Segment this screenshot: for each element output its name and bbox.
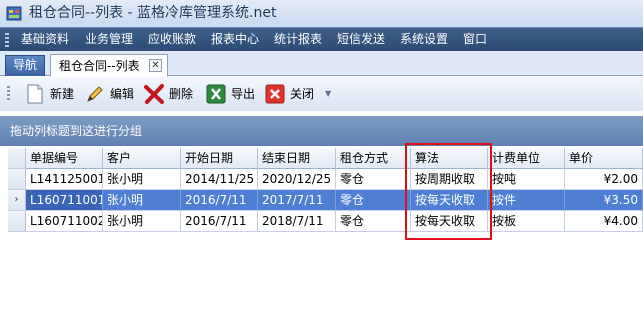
menu-item-reports[interactable]: 报表中心 <box>211 28 259 51</box>
edit-button[interactable]: 编辑 <box>84 82 136 106</box>
cell-doc-no: L160711002 <box>26 211 103 232</box>
cell-end-date: 2018/7/11 <box>258 211 336 232</box>
tab-navigation[interactable]: 导航 <box>5 55 45 76</box>
row-indicator[interactable] <box>8 169 26 190</box>
group-by-hint: 拖动列标题到这进行分组 <box>10 124 143 138</box>
row-indicator[interactable] <box>8 211 26 232</box>
pencil-icon <box>87 86 103 102</box>
cell-start-date: 2014/11/25 <box>181 169 258 190</box>
new-button[interactable]: 新建 <box>24 82 76 106</box>
col-header-doc-no[interactable]: 单据编号 <box>26 148 103 169</box>
tab-lease-contract-list[interactable]: 租仓合同--列表 ✕ <box>50 54 168 77</box>
close-button[interactable]: 关闭 <box>264 82 319 106</box>
col-header-lease-type[interactable]: 租仓方式 <box>336 148 411 169</box>
menu-item-business[interactable]: 业务管理 <box>85 28 133 51</box>
cell-end-date: 2017/7/11 <box>258 190 336 211</box>
cell-doc-no: L141125001 <box>26 169 103 190</box>
close-icon[interactable]: ✕ <box>149 59 162 72</box>
col-header-billing-unit[interactable]: 计费单位 <box>488 148 565 169</box>
cell-start-date: 2016/7/11 <box>181 211 258 232</box>
cell-customer: 张小明 <box>103 211 181 232</box>
table-row[interactable]: L141125001 张小明 2014/11/25 2020/12/25 零仓 … <box>8 169 643 190</box>
group-by-panel[interactable]: 拖动列标题到这进行分组 <box>0 116 643 146</box>
cell-lease-type: 零仓 <box>336 169 411 190</box>
menu-item-basic-data[interactable]: 基础资料 <box>21 28 69 51</box>
close-window-icon <box>265 84 285 104</box>
selected-row-arrow-icon[interactable]: › <box>8 190 26 211</box>
contract-grid: 单据编号 客户 开始日期 结束日期 租仓方式 算法 计费单位 单价 L14112… <box>8 148 643 232</box>
export-button[interactable]: 导出 <box>205 82 257 106</box>
annotation-highlight-box <box>405 143 492 240</box>
cell-lease-type: 零仓 <box>336 211 411 232</box>
menu-item-sms[interactable]: 短信发送 <box>337 28 385 51</box>
document-tabs: 导航 租仓合同--列表 ✕ <box>0 51 643 77</box>
menu-item-statistics[interactable]: 统计报表 <box>274 28 322 51</box>
cell-start-date: 2016/7/11 <box>181 190 258 211</box>
cell-billing-unit: 按件 <box>488 190 565 211</box>
toolbar-grip[interactable] <box>7 86 10 102</box>
cell-billing-unit: 按吨 <box>488 169 565 190</box>
cell-customer: 张小明 <box>103 169 181 190</box>
cell-lease-type: 零仓 <box>336 190 411 211</box>
menu-bar: 基础资料 业务管理 应收账款 报表中心 统计报表 短信发送 系统设置 窗口 <box>0 27 643 51</box>
new-label: 新建 <box>50 87 75 101</box>
new-document-icon <box>27 84 43 104</box>
toolbar: 新建 编辑 删除 导出 关闭 ▼ <box>0 77 643 111</box>
excel-export-icon <box>206 84 226 104</box>
col-header-start-date[interactable]: 开始日期 <box>181 148 258 169</box>
delete-x-icon <box>144 84 164 104</box>
export-label: 导出 <box>231 87 256 101</box>
window-title: 租仓合同--列表 - 蓝格冷库管理系统.net <box>29 5 277 21</box>
close-label: 关闭 <box>290 87 315 101</box>
menu-item-window[interactable]: 窗口 <box>463 28 487 51</box>
grid-header: 单据编号 客户 开始日期 结束日期 租仓方式 算法 计费单位 单价 <box>8 148 643 169</box>
cell-unit-price: ¥3.50 <box>565 190 643 211</box>
menu-item-receivables[interactable]: 应收账款 <box>148 28 196 51</box>
cell-unit-price: ¥2.00 <box>565 169 643 190</box>
delete-button[interactable]: 删除 <box>143 82 197 106</box>
table-row[interactable]: L160711002 张小明 2016/7/11 2018/7/11 零仓 按每… <box>8 211 643 232</box>
col-header-end-date[interactable]: 结束日期 <box>258 148 336 169</box>
col-header-customer[interactable]: 客户 <box>103 148 181 169</box>
table-row-selected[interactable]: › L160711001 张小明 2016/7/11 2017/7/11 零仓 … <box>8 190 643 211</box>
menu-item-settings[interactable]: 系统设置 <box>400 28 448 51</box>
cell-billing-unit: 按板 <box>488 211 565 232</box>
menu-grip[interactable] <box>5 33 9 47</box>
title-bar: 租仓合同--列表 - 蓝格冷库管理系统.net <box>0 0 643 27</box>
delete-label: 删除 <box>169 87 194 101</box>
app-icon <box>6 6 22 21</box>
cell-end-date: 2020/12/25 <box>258 169 336 190</box>
cell-customer: 张小明 <box>103 190 181 211</box>
tab-label: 租仓合同--列表 <box>59 59 140 73</box>
cell-doc-no: L160711001 <box>26 190 103 211</box>
header-corner <box>8 148 26 169</box>
cell-unit-price: ¥4.00 <box>565 211 643 232</box>
toolbar-overflow-icon[interactable]: ▼ <box>325 85 331 103</box>
edit-label: 编辑 <box>110 87 135 101</box>
col-header-unit-price[interactable]: 单价 <box>565 148 643 169</box>
